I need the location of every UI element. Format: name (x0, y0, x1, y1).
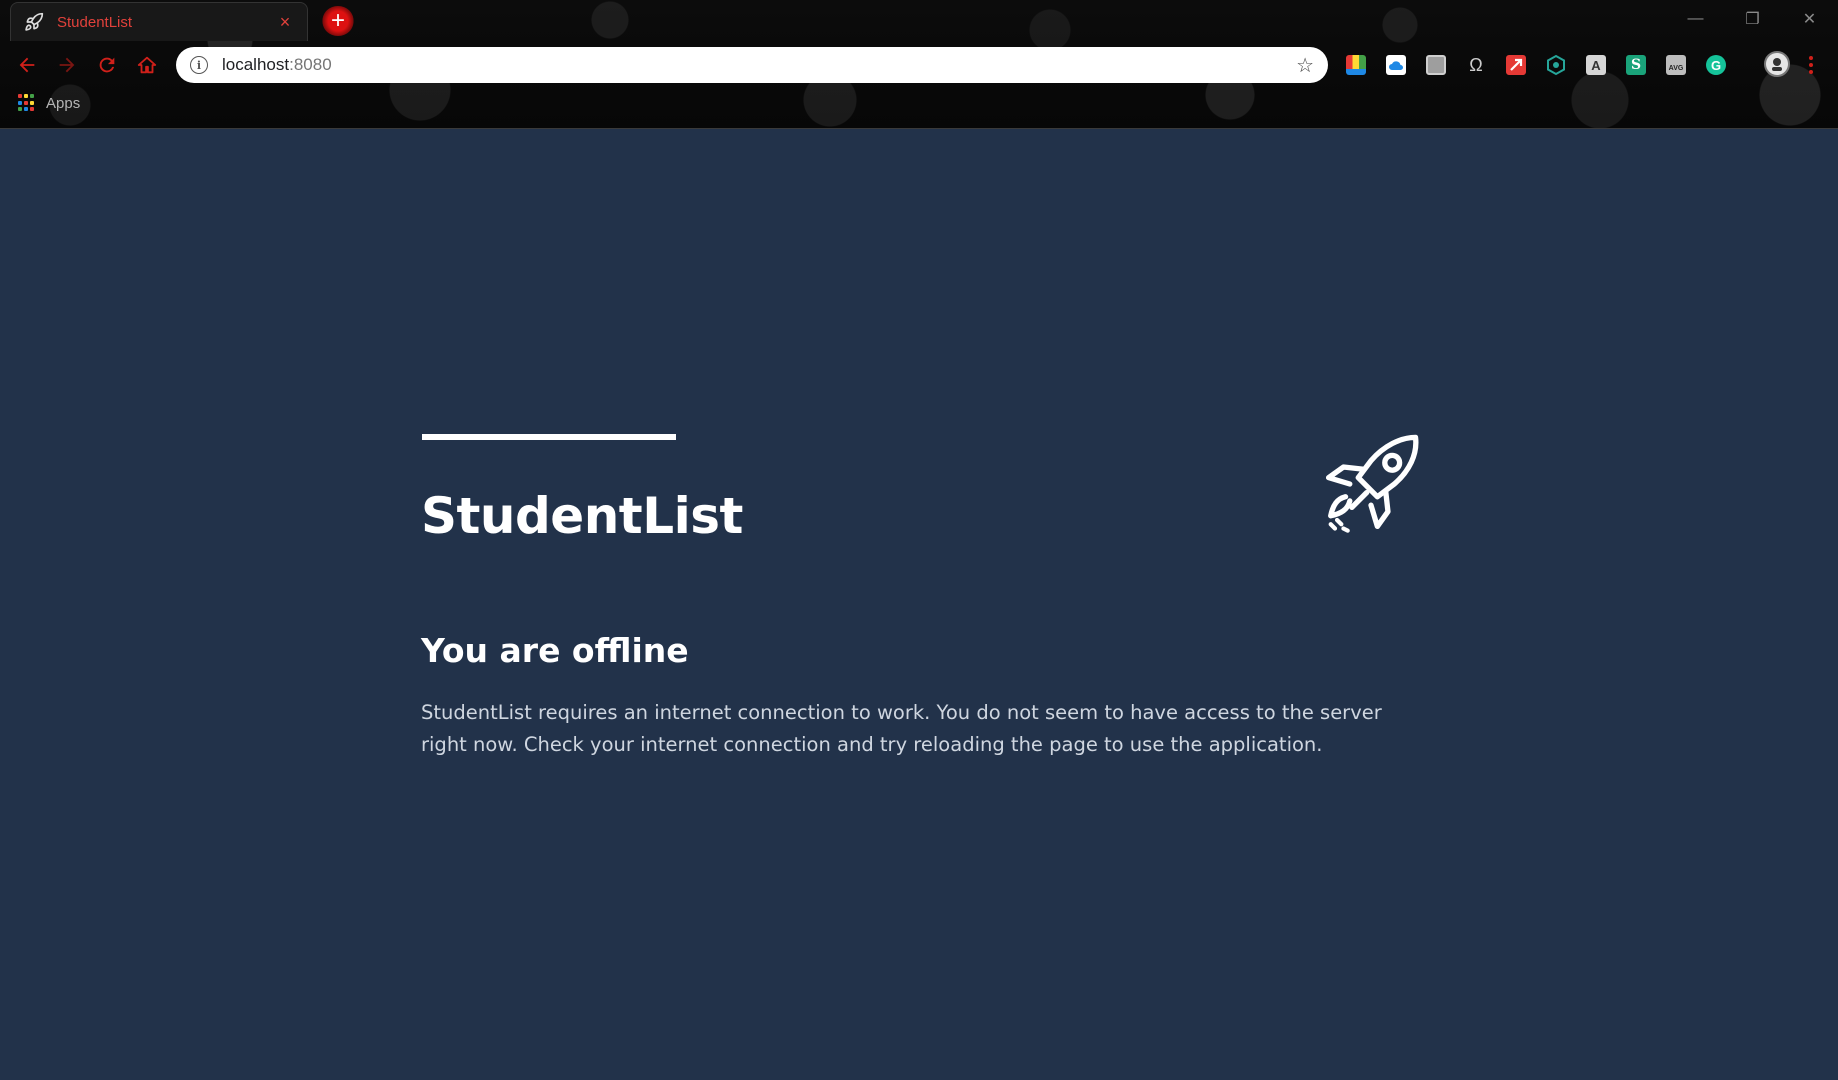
hexagon-extension-icon[interactable] (1543, 52, 1569, 78)
omega-extension-icon[interactable]: Ω (1463, 52, 1489, 78)
color-palette-extension-icon[interactable] (1343, 52, 1369, 78)
tab-close-icon[interactable]: × (275, 12, 295, 33)
url-host: localhost (222, 55, 290, 74)
menu-kebab-icon[interactable] (1801, 52, 1821, 78)
rocket-icon (23, 11, 45, 33)
app-title: StudentList (421, 487, 743, 545)
url-text[interactable]: localhost:8080 (222, 55, 1296, 75)
box-extension-icon[interactable] (1423, 52, 1449, 78)
s-extension-icon[interactable]: S (1623, 52, 1649, 78)
reload-icon (99, 57, 115, 73)
minimize-button[interactable]: — (1667, 0, 1724, 38)
bookmark-star-icon[interactable]: ☆ (1296, 53, 1314, 78)
navigation-toolbar: i localhost:8080 ☆ Ω A S AVG G (0, 44, 1838, 86)
new-tab-button[interactable]: + (322, 6, 354, 36)
rocket-icon (1318, 431, 1424, 537)
title-accent-bar (422, 434, 676, 440)
reload-button[interactable] (92, 50, 122, 80)
browser-chrome: StudentList × + — ❐ ✕ i localhost:8080 ☆ (0, 0, 1838, 129)
window-controls: — ❐ ✕ (1667, 0, 1838, 38)
back-button[interactable] (12, 50, 42, 80)
cloud-extension-icon[interactable] (1383, 52, 1409, 78)
arrow-left-icon (19, 57, 35, 73)
offline-page: StudentList You are offline StudentList … (0, 129, 1838, 1080)
profile-avatar[interactable] (1762, 49, 1792, 79)
home-button[interactable] (132, 50, 162, 80)
browser-tab[interactable]: StudentList × (10, 2, 308, 41)
tab-title: StudentList (57, 13, 133, 31)
avg-extension-icon[interactable]: AVG (1663, 52, 1689, 78)
restore-button[interactable]: ❐ (1724, 0, 1781, 38)
grammarly-extension-icon[interactable]: G (1703, 52, 1729, 78)
arrow-right-icon (59, 57, 75, 73)
offline-heading: You are offline (421, 631, 689, 670)
forward-button[interactable] (52, 50, 82, 80)
bookmarks-bar: Apps (18, 94, 80, 112)
address-bar[interactable]: i localhost:8080 ☆ (176, 47, 1328, 83)
window-close-button[interactable]: ✕ (1781, 0, 1838, 38)
home-icon (137, 56, 157, 74)
offline-message: StudentList requires an internet connect… (421, 701, 1382, 756)
url-port: :8080 (289, 55, 332, 74)
apps-grid-icon[interactable] (18, 94, 36, 112)
arrow-extension-icon[interactable] (1503, 52, 1529, 78)
apps-bookmark-label[interactable]: Apps (46, 95, 80, 112)
site-info-icon[interactable]: i (190, 56, 208, 74)
text-extension-icon[interactable]: A (1583, 52, 1609, 78)
